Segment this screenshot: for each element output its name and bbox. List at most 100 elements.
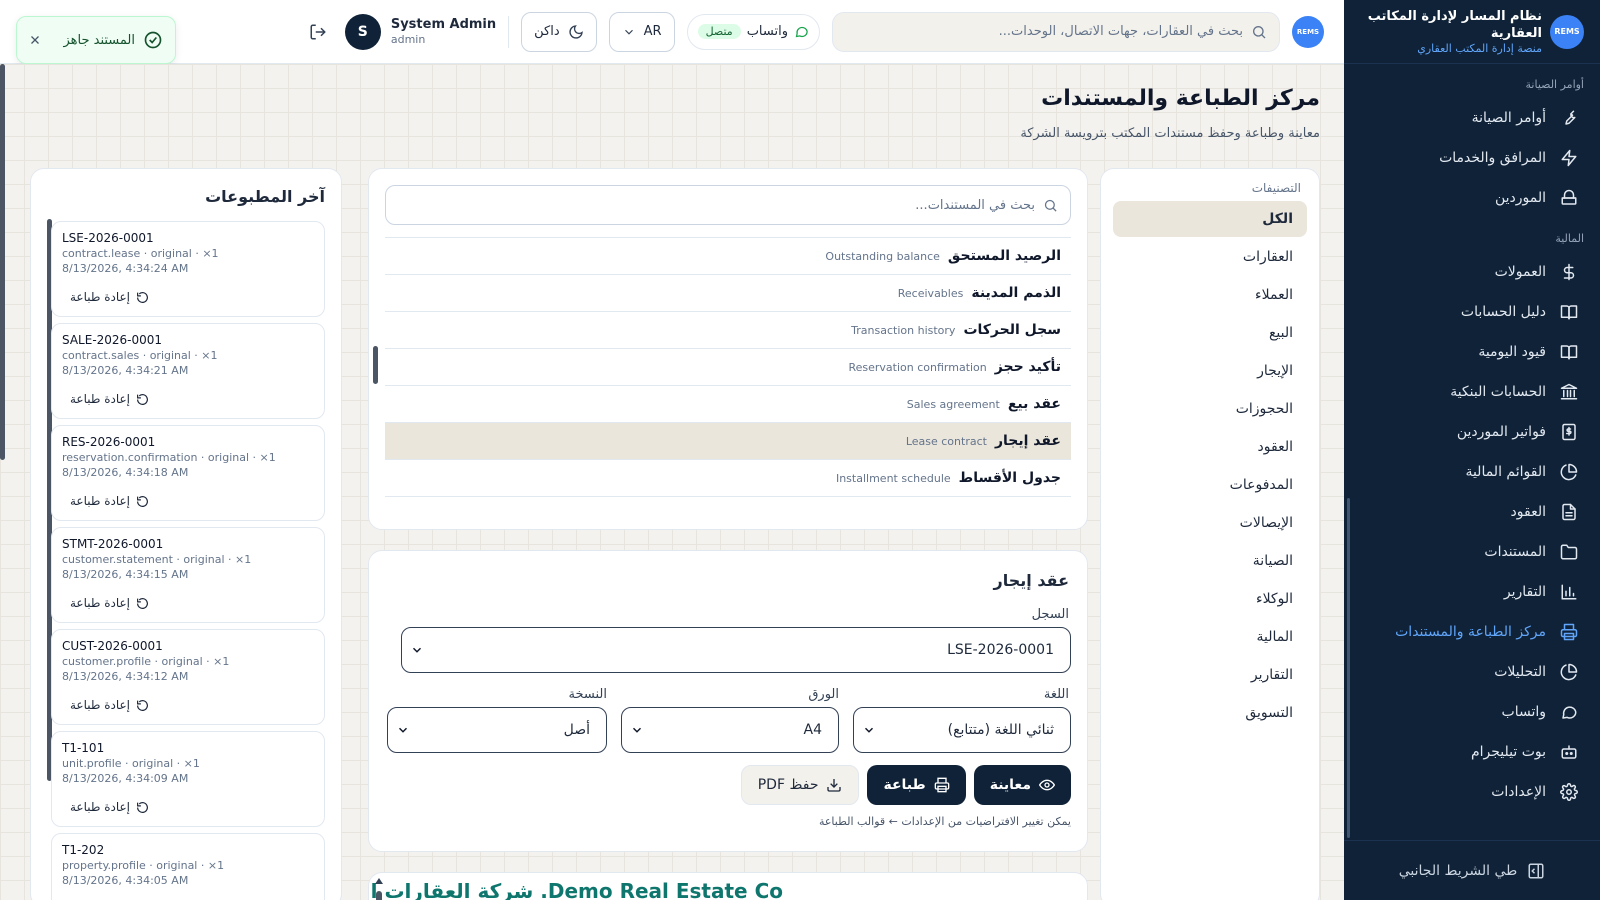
sidebar-item[interactable]: الحسابات البنكية — [1344, 372, 1600, 412]
category-item[interactable]: الصيانة — [1113, 543, 1307, 579]
category-item[interactable]: الحجوزات — [1113, 391, 1307, 427]
recent-print-meta: customer.statement · original · ×1 — [62, 553, 252, 566]
sidebar-item[interactable]: المرافق والخدمات — [1344, 138, 1600, 178]
category-item[interactable]: الوكلاء — [1113, 581, 1307, 617]
document-name-ar: تأكيد حجز — [994, 359, 1061, 375]
preview-scrollbar[interactable] — [375, 877, 383, 900]
sidebar-section-title: المالية — [1555, 232, 1584, 245]
topbar: REMS بحث في العقارات، جهات الاتصال، الوح… — [0, 0, 1344, 64]
collapse-sidebar-button[interactable]: طي الشريط الجانبي — [1344, 840, 1600, 900]
sidebar-item[interactable]: التقارير — [1344, 572, 1600, 612]
document-name-ar: عقد إيجار — [994, 433, 1061, 449]
document-type-row[interactable]: الرصيد المستحق Outstanding balance — [385, 238, 1071, 275]
recent-print-meta: contract.lease · original · ×1 — [62, 247, 219, 260]
category-item[interactable]: الإيصالات — [1113, 505, 1307, 541]
document-type-row[interactable]: تأكيد حجز Reservation confirmation — [385, 349, 1071, 386]
category-item[interactable]: المالية — [1113, 619, 1307, 655]
sidebar-item[interactable]: بوت تيليجرام — [1344, 732, 1600, 772]
topbar-divider — [508, 15, 510, 48]
logout-button[interactable] — [303, 17, 333, 47]
language-select[interactable]: ثنائي اللغة (متتابع) — [853, 707, 1071, 753]
recent-print-card: LSE-2026-0001 contract.lease · original … — [51, 221, 325, 317]
document-name-en: Lease contract — [905, 434, 987, 448]
document-type-row[interactable]: الذمم المدينة Receivables — [385, 275, 1071, 312]
recent-print-code: LSE-2026-0001 — [62, 231, 154, 245]
dollar-icon — [1563, 263, 1575, 281]
sidebar-item[interactable]: فواتير الموردين — [1344, 412, 1600, 452]
category-item[interactable]: العقارات — [1113, 239, 1307, 275]
category-item[interactable]: الإيجار — [1113, 353, 1307, 389]
user-role: admin — [390, 33, 426, 46]
copy-select[interactable]: أصل — [387, 707, 607, 753]
recent-print-code: T1-202 — [62, 843, 105, 857]
sidebar-item[interactable]: العقود — [1344, 492, 1600, 532]
reprint-button[interactable]: إعادة طباعة — [70, 698, 149, 712]
recent-print-card: T1-101 unit.profile · original · ×1 8/13… — [51, 731, 325, 827]
sidebar-item[interactable]: قيود اليومية — [1344, 332, 1600, 372]
reprint-button[interactable]: إعادة طباعة — [70, 392, 149, 406]
sidebar-scrollbar[interactable] — [1347, 498, 1350, 838]
document-type-row[interactable]: جدول الأقساط Installment schedule — [385, 460, 1071, 497]
document-list-scrollbar[interactable] — [373, 346, 378, 384]
sidebar-item[interactable]: المستندات — [1344, 532, 1600, 572]
save-pdf-button[interactable]: حفظ PDF — [740, 765, 860, 805]
sidebar-item[interactable]: أوامر الصيانة — [1344, 98, 1600, 138]
sidebar-item[interactable]: الإعدادات — [1344, 772, 1600, 812]
document-search-input[interactable]: بحث في المستندات... — [385, 185, 1071, 225]
sidebar-item-label: الحسابات البنكية — [1450, 384, 1546, 400]
pie-icon — [1560, 663, 1578, 681]
category-item[interactable]: التقارير — [1113, 657, 1307, 693]
category-item[interactable]: المدفوعات — [1113, 467, 1307, 503]
paper-label: الورق — [808, 687, 839, 702]
category-item[interactable]: الكل — [1113, 201, 1307, 237]
sidebar-item[interactable]: العمولات — [1344, 252, 1600, 292]
sidebar-item-label: التحليلات — [1494, 664, 1546, 680]
sidebar-item[interactable]: التحليلات — [1344, 652, 1600, 692]
sidebar-item[interactable]: مركز الطباعة والمستندات — [1344, 612, 1600, 652]
category-item[interactable]: العقود — [1113, 429, 1307, 465]
page-subtitle: معاينة وطباعة وحفظ مستندات المكتب بترويس… — [1020, 126, 1320, 141]
print-button[interactable]: طباعة — [867, 765, 966, 805]
reprint-button[interactable]: إعادة طباعة — [70, 494, 149, 508]
recent-prints-panel: آخر المطبوعات LSE-2026-0001 contract.lea… — [30, 168, 342, 900]
recent-print-meta: contract.sales · original · ×1 — [62, 349, 218, 362]
recent-print-code: T1-101 — [62, 741, 105, 755]
document-type-row[interactable]: عقد إيجار Lease contract — [385, 423, 1071, 460]
recent-print-time: 8/13/2026, 4:34:18 AM — [62, 466, 189, 479]
categories-panel: التصنيفات الكل العقارات العملاء البيع الإيجا… — [1100, 168, 1320, 900]
reprint-button[interactable]: إعادة طباعة — [70, 290, 149, 304]
user-menu[interactable]: System Admin admin S — [344, 13, 496, 50]
whatsapp-status[interactable]: واتساب متصل — [686, 13, 820, 50]
category-item[interactable]: البيع — [1113, 315, 1307, 351]
search-icon — [1253, 25, 1266, 38]
reprint-button[interactable]: إعادة طباعة — [70, 800, 149, 814]
preview-company-name: Demo Real Estate Co. شركة العقارات التجر… — [369, 879, 783, 900]
categories-title: التصنيفات — [1251, 181, 1301, 195]
document-type-row[interactable]: عقد بيع Sales agreement — [385, 386, 1071, 423]
toast-close-button[interactable] — [29, 34, 41, 46]
brand-logo: REMS — [1550, 14, 1584, 49]
sidebar-item[interactable]: واتساب — [1344, 692, 1600, 732]
theme-toggle[interactable]: داكن — [521, 11, 597, 52]
reprint-label: إعادة طباعة — [70, 596, 131, 610]
language-toggle[interactable]: AR — [608, 11, 675, 52]
folder-icon — [1560, 544, 1578, 560]
sidebar-item[interactable]: الموردين — [1344, 178, 1600, 218]
documents-panel: بحث في المستندات... الرصيد المستحق Outsta… — [368, 168, 1088, 530]
reprint-label: إعادة طباعة — [70, 494, 131, 508]
book-icon — [1560, 305, 1578, 320]
paper-value: A4 — [803, 722, 822, 738]
reprint-button[interactable]: إعادة طباعة — [70, 596, 149, 610]
main-scrollbar[interactable] — [0, 64, 5, 460]
preview-button[interactable]: معاينة — [973, 765, 1071, 805]
global-search[interactable]: بحث في العقارات، جهات الاتصال، الوحدات..… — [832, 11, 1280, 52]
record-select[interactable]: LSE-2026-0001 — [401, 627, 1071, 673]
category-item[interactable]: التسويق — [1113, 695, 1307, 731]
reprint-label: إعادة طباعة — [70, 698, 131, 712]
sidebar-item[interactable]: القوائم المالية — [1344, 452, 1600, 492]
document-type-row[interactable]: سجل الحركات Transaction history — [385, 312, 1071, 349]
paper-select[interactable]: A4 — [621, 707, 839, 753]
sidebar-item-label: المرافق والخدمات — [1439, 150, 1546, 166]
sidebar-item[interactable]: دليل الحسابات — [1344, 292, 1600, 332]
category-item[interactable]: العملاء — [1113, 277, 1307, 313]
